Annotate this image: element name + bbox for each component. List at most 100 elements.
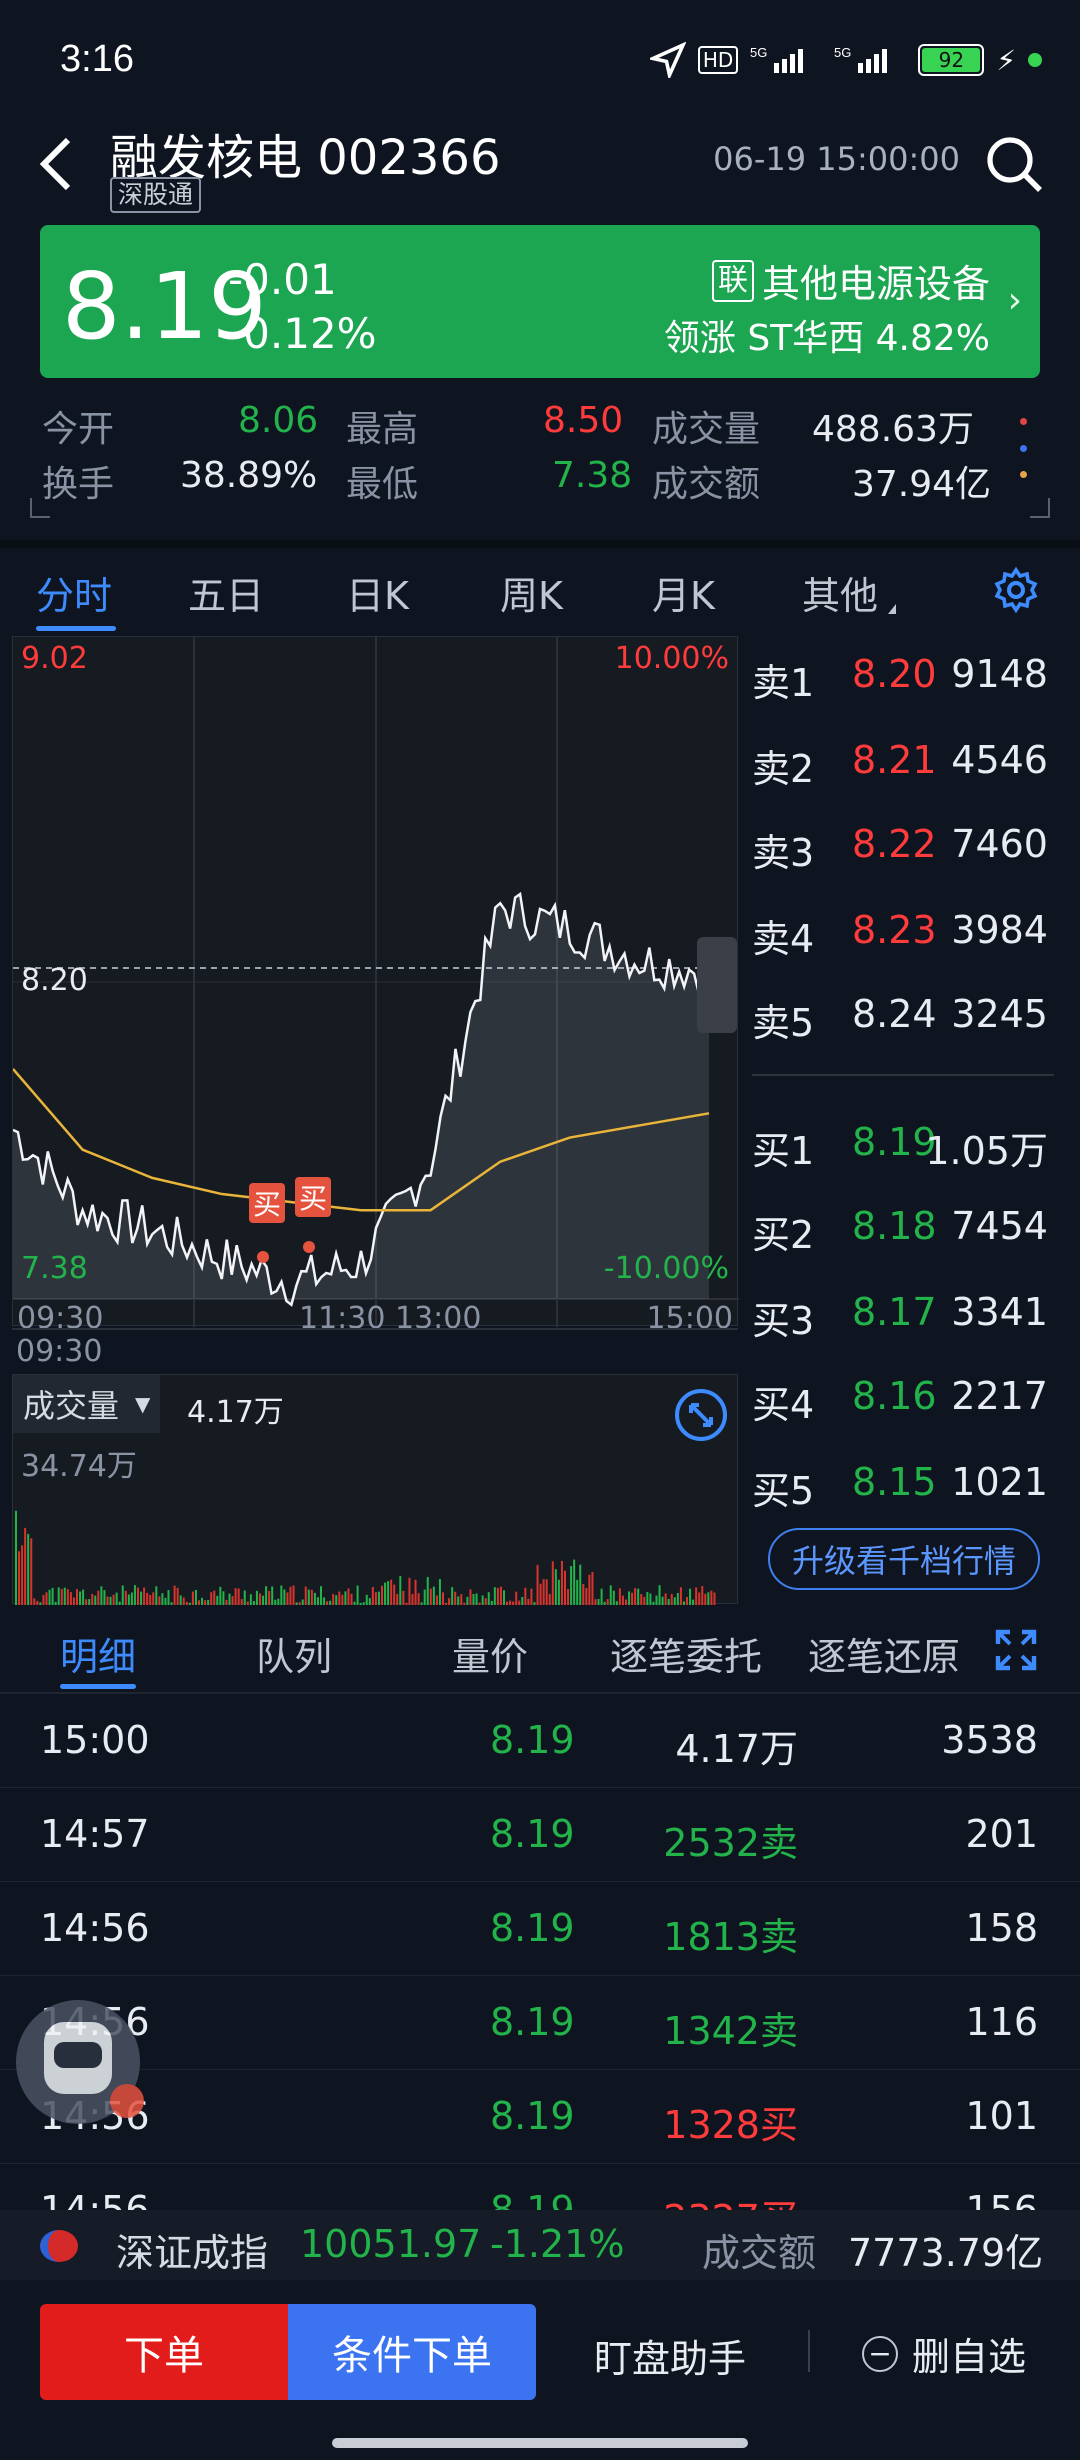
volume-bar: [664, 1593, 667, 1605]
volume-bar: [76, 1589, 78, 1605]
tab-five-day[interactable]: 五日: [188, 565, 264, 620]
upgrade-depth-button[interactable]: 升级看千档行情: [768, 1528, 1040, 1590]
tab-volume-price[interactable]: 量价: [452, 1626, 528, 1681]
bid-level-1[interactable]: 买1 8.19 1.05万: [752, 1120, 1062, 1180]
tab-weekly-k[interactable]: 周K: [500, 565, 563, 620]
buy-marker-dot: [257, 1251, 269, 1263]
floating-assistant-avatar[interactable]: [16, 2000, 144, 2124]
volume-bar: [554, 1569, 557, 1605]
price-change: -0.01: [228, 255, 337, 304]
volume-bar: [338, 1591, 341, 1605]
volume-bar: [255, 1590, 258, 1605]
status-icons: HD 5G 5G 92 ⚡: [649, 42, 1042, 78]
open-label: 今开: [42, 409, 115, 450]
ask-level-2[interactable]: 卖2 8.21 4546: [752, 738, 1062, 798]
back-arrow-icon[interactable]: [36, 136, 76, 192]
tab-monthly-k[interactable]: 月K: [652, 565, 715, 620]
level-volume: 4546: [951, 738, 1048, 782]
volume-bar: [442, 1592, 444, 1605]
trade-volume: 4.17万: [675, 1727, 798, 1771]
volume-bar: [463, 1602, 466, 1605]
trade-row[interactable]: 14:568.191328买101: [0, 2070, 1080, 2164]
volume-bar: [527, 1598, 530, 1605]
volume-bar: [344, 1591, 347, 1605]
settings-gear-icon[interactable]: [992, 566, 1040, 614]
volume-bar: [374, 1592, 377, 1605]
ask-level-4[interactable]: 卖4 8.23 3984: [752, 908, 1062, 968]
tab-tick-orders[interactable]: 逐笔委托: [610, 1626, 762, 1681]
tab-intraday[interactable]: 分时: [36, 565, 112, 620]
volume-bar: [341, 1594, 344, 1605]
ask-level-1[interactable]: 卖1 8.20 9148: [752, 652, 1062, 712]
volume-bar: [670, 1593, 673, 1605]
index-value: 10051.97: [300, 2222, 482, 2266]
volume-bar: [420, 1602, 423, 1605]
volume-bar: [295, 1602, 298, 1605]
intraday-chart[interactable]: 9.02 10.00% 8.20 7.38 -10.00% 09:30 11:3…: [12, 636, 739, 1336]
tab-tick-restore[interactable]: 逐笔还原: [808, 1626, 958, 1681]
ask-level-5[interactable]: 卖5 8.24 3245: [752, 992, 1062, 1052]
buy-marker[interactable]: 买: [249, 1183, 286, 1223]
trade-row[interactable]: 14:568.191342卖116: [0, 1976, 1080, 2070]
trade-count: 201: [965, 1812, 1038, 1856]
volume-bar: [603, 1601, 606, 1605]
volume-bar: [609, 1585, 612, 1605]
conditional-order-button[interactable]: 条件下单: [288, 2304, 536, 2400]
time-open-label: 09:30: [16, 1334, 103, 1369]
trade-row[interactable]: 15:00 8.19 4.17万 3538: [0, 1694, 1080, 1788]
time-close: 15:00: [646, 1301, 733, 1336]
stock-connect-tag: 深股通: [110, 177, 202, 213]
volume-bar: [143, 1587, 146, 1605]
volume-bar: [48, 1589, 51, 1605]
buy-marker[interactable]: 买: [295, 1177, 332, 1217]
price-cursor-handle[interactable]: [697, 937, 737, 1033]
volume-bar: [298, 1602, 301, 1605]
tab-detail[interactable]: 明细: [60, 1626, 136, 1681]
home-indicator[interactable]: [332, 2438, 748, 2448]
volume-panel[interactable]: 成交量 ▼ 4.17万 34.74万: [12, 1374, 738, 1605]
volume-bar: [130, 1592, 133, 1605]
level-price: 8.23: [852, 908, 937, 952]
bid-level-5[interactable]: 买5 8.15 1021: [752, 1460, 1062, 1520]
ask-level-3[interactable]: 卖3 8.22 7460: [752, 822, 1062, 882]
notification-badge: [110, 2084, 144, 2118]
fullscreen-icon[interactable]: [994, 1628, 1038, 1672]
level-volume: 3245: [951, 992, 1048, 1036]
trade-row[interactable]: 14:56 8.19 1813卖 158: [0, 1882, 1080, 1976]
watch-assistant-button[interactable]: 盯盘助手: [594, 2328, 746, 2383]
level-price: 8.22: [852, 822, 937, 866]
chart-prev-close: 8.20: [21, 963, 88, 998]
amount-value: 37.94亿: [852, 464, 992, 505]
status-time: 3:16: [60, 38, 134, 80]
place-order-button[interactable]: 下单: [40, 2304, 288, 2400]
volume-bar: [57, 1587, 60, 1605]
remove-watchlist-label: 删自选: [912, 2335, 1027, 2379]
volume-bar: [191, 1591, 194, 1605]
volume-bar: [493, 1587, 496, 1605]
volume-bar: [72, 1597, 75, 1605]
level-price: 8.17: [852, 1290, 937, 1334]
buy-marker-dot: [303, 1241, 315, 1253]
tab-daily-k[interactable]: 日K: [346, 565, 409, 620]
volume-bar: [289, 1586, 292, 1605]
search-icon[interactable]: [984, 134, 1044, 194]
bid-level-2[interactable]: 买2 8.18 7454: [752, 1204, 1062, 1264]
volume-bar: [612, 1590, 615, 1605]
sector-link[interactable]: 联 其他电源设备: [711, 253, 990, 308]
volume-bar: [326, 1601, 329, 1605]
bid-level-4[interactable]: 买4 8.16 2217: [752, 1374, 1062, 1434]
market-index-bar[interactable]: 深证成指 10051.97 -1.21% 成交额 7773.79亿: [0, 2210, 1080, 2280]
bid-level-3[interactable]: 买3 8.17 3341: [752, 1290, 1062, 1350]
price-banner[interactable]: 8.19 -0.01 -0.12% 联 其他电源设备 领涨 ST华西 4.82%…: [40, 225, 1040, 378]
level-volume: 3984: [951, 908, 1048, 952]
volume-bar: [643, 1596, 646, 1605]
volume-bar: [417, 1593, 420, 1605]
volume-bar: [710, 1590, 713, 1605]
remove-watchlist-button[interactable]: − 删自选: [862, 2326, 1026, 2381]
tab-other[interactable]: 其他: [802, 565, 878, 620]
tab-queue[interactable]: 队列: [256, 1626, 332, 1681]
more-dots-icon[interactable]: [1018, 418, 1028, 478]
trade-row[interactable]: 14:57 8.19 2532卖 201: [0, 1788, 1080, 1882]
volume-bar: [164, 1597, 167, 1605]
volume-bar: [548, 1593, 551, 1605]
